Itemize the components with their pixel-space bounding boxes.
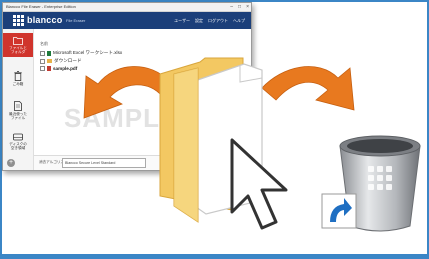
right-arrow-icon: [261, 66, 355, 111]
illustration: [83, 57, 421, 232]
shortcut-arrow-icon: [321, 193, 357, 229]
left-arrow-icon: [83, 66, 171, 119]
